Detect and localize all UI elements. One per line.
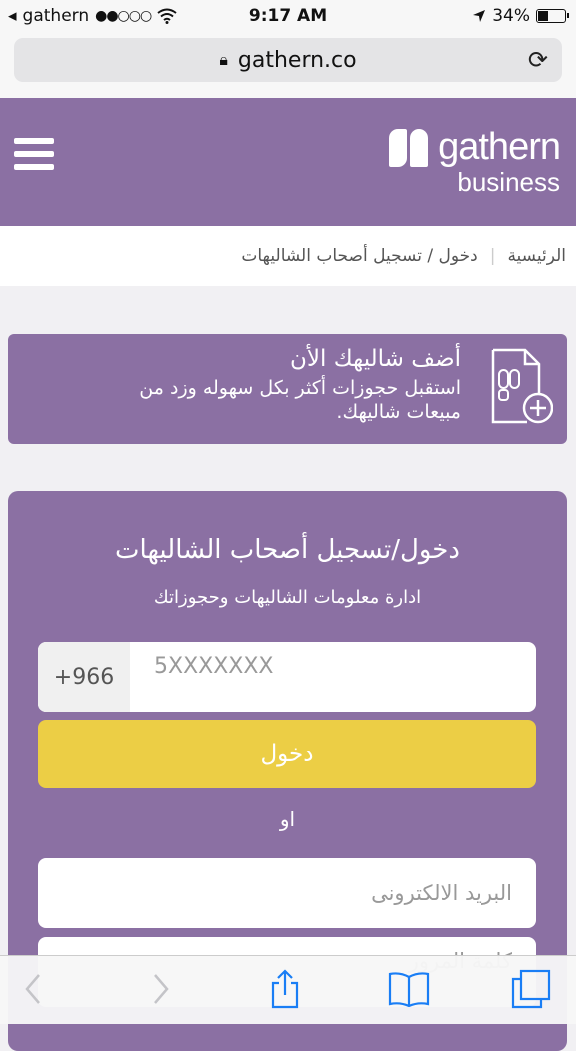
tabs-icon[interactable]	[510, 968, 552, 1010]
address-bar[interactable]: 🔒︎ gathern.co ⟳	[14, 38, 562, 82]
country-code[interactable]: +966	[38, 642, 130, 712]
login-title: دخول/تسجيل أصحاب الشاليهات	[115, 535, 460, 565]
login-subtitle: ادارة معلومات الشاليهات وحجوزاتك	[153, 587, 422, 608]
forward-icon[interactable]	[140, 968, 182, 1010]
share-icon[interactable]	[264, 968, 306, 1010]
banner-title: أضف شاليهك الأن	[290, 346, 461, 372]
banner-body: استقبل حجوزات أكثر بكل سهوله وزد من مبيع…	[139, 377, 461, 423]
breadcrumb-separator: |	[489, 246, 496, 266]
add-chalet-banner[interactable]: أضف شاليهك الأن استقبل حجوزات أكثر بكل س…	[8, 334, 567, 444]
back-icon[interactable]	[12, 968, 54, 1010]
add-document-icon	[491, 348, 553, 424]
reload-icon[interactable]: ⟳	[528, 46, 548, 74]
status-bar: ◂ gathern ●●○○○ 9:17 AM 34%	[0, 0, 576, 32]
login-button[interactable]: دخول	[38, 720, 536, 788]
phone-field[interactable]: +966 5XXXXXXX	[38, 642, 536, 712]
or-separator: او	[279, 807, 296, 831]
site-header: gathern business	[0, 98, 576, 226]
logo[interactable]: gathern business	[389, 126, 561, 198]
battery-fill	[538, 11, 548, 21]
bookmarks-icon[interactable]	[388, 968, 430, 1010]
browser-chrome: 🔒︎ gathern.co ⟳	[0, 32, 576, 98]
logo-mark-icon	[389, 128, 429, 167]
phone-input[interactable]: 5XXXXXXX	[154, 654, 274, 679]
status-right: 34%	[472, 6, 569, 26]
battery-percent: 34%	[492, 6, 530, 26]
logo-name: gathern	[438, 126, 561, 168]
breadcrumb-current: دخول / تسجيل أصحاب الشاليهات	[241, 246, 478, 266]
browser-toolbar	[0, 955, 576, 1024]
menu-icon[interactable]	[14, 138, 54, 172]
battery-icon	[536, 9, 569, 23]
location-arrow-icon	[473, 10, 486, 22]
logo-sub: business	[457, 167, 560, 197]
lock-icon: 🔒︎	[219, 50, 228, 69]
url-text: gathern.co	[237, 47, 357, 73]
breadcrumb: الرئيسية | دخول / تسجيل أصحاب الشاليهات	[0, 226, 576, 286]
breadcrumb-home[interactable]: الرئيسية	[507, 246, 566, 266]
email-field[interactable]: البريد الالكترونى	[38, 858, 536, 928]
